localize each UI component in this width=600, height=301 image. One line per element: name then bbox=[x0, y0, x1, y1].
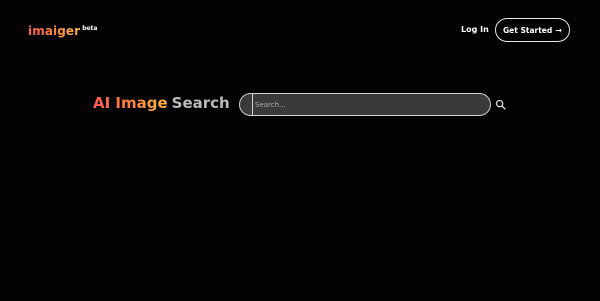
page: imaiger beta Log In Get Started → AI Ima… bbox=[0, 0, 600, 301]
arrow-right-icon: → bbox=[555, 25, 562, 35]
search-box[interactable] bbox=[239, 93, 491, 116]
login-link[interactable]: Log In bbox=[461, 25, 489, 34]
hero-title-rest: Search bbox=[171, 94, 230, 112]
hero-title-highlight: AI Image bbox=[93, 94, 168, 112]
search-icon[interactable] bbox=[495, 99, 506, 110]
logo[interactable]: imaiger beta bbox=[28, 24, 97, 38]
hero-title: AI Image Search bbox=[93, 94, 230, 112]
get-started-label: Get Started bbox=[503, 25, 553, 35]
beta-badge: beta bbox=[82, 25, 98, 32]
get-started-button[interactable]: Get Started → bbox=[495, 18, 570, 42]
search-input[interactable] bbox=[252, 94, 490, 115]
logo-text: imaiger bbox=[28, 24, 81, 38]
